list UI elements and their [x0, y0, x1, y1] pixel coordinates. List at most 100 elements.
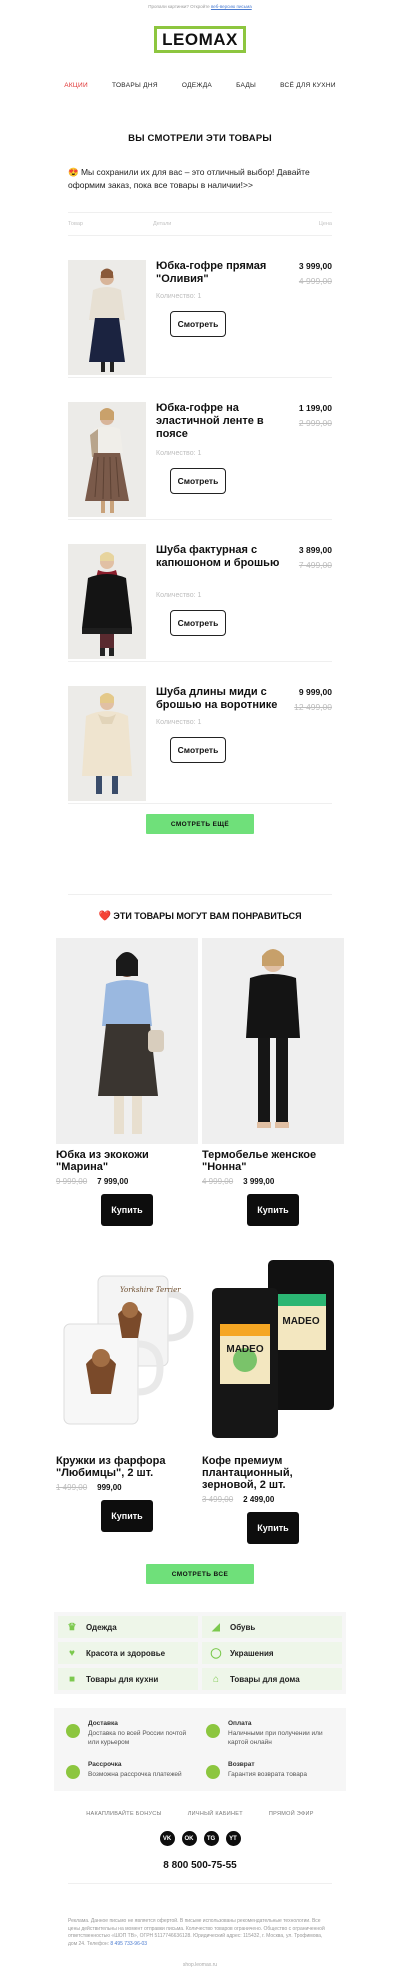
product-name[interactable]: Юбка из экокожи "Марина" — [56, 1149, 198, 1173]
vk-icon[interactable]: VK — [159, 1831, 175, 1846]
coffee-brand-text: MADEO — [226, 1344, 263, 1355]
current-price: 3 999,00 — [243, 1177, 275, 1186]
current-price: 3 899,00 — [298, 545, 332, 555]
product-quantity: Количество: 1 — [156, 592, 202, 599]
product-name[interactable]: Термобелье женское "Нонна" — [202, 1149, 344, 1173]
legal-text: Реклама. Данное письмо не является оферт… — [68, 1918, 325, 1947]
benefit-delivery: Доставка Доставка по всей России почтой и… — [66, 1720, 194, 1747]
product-price: 1 499,00 999,00 — [56, 1483, 198, 1492]
nav-item-products-of-day[interactable]: ТОВАРЫ ДНЯ — [100, 82, 170, 89]
footer-link-bonuses[interactable]: НАКАПЛИВАЙТЕ БОНУСЫ — [86, 1811, 161, 1817]
viewed-intro-text: 😍 Мы сохранили их для вас – это отличный… — [68, 167, 310, 190]
buy-button[interactable]: Купить — [247, 1512, 299, 1544]
product-price: 3 499,00 2 499,00 — [202, 1495, 344, 1504]
buy-button[interactable]: Купить — [101, 1500, 153, 1532]
header-details: Детали — [152, 221, 172, 227]
category-beauty[interactable]: ♥ Красота и здоровье — [58, 1642, 198, 1664]
view-button[interactable]: Смотреть — [170, 311, 226, 337]
dress-icon: ♛ — [67, 1621, 77, 1633]
pot-icon: ■ — [68, 1673, 76, 1685]
see-more-button[interactable]: СМОТРЕТЬ ЕЩЁ — [146, 814, 254, 834]
product-photo[interactable] — [56, 938, 198, 1144]
product-price: 9 999,00 12 499,00 — [294, 687, 332, 712]
product-photo[interactable]: Yorkshire Terrier — [56, 1254, 198, 1450]
heart-icon: ❤️ — [98, 911, 111, 922]
old-price: 4 999,00 — [202, 1177, 234, 1186]
view-button[interactable]: Смотреть — [170, 610, 226, 636]
nav-item-promotions[interactable]: АКЦИИ — [52, 82, 100, 89]
return-icon — [206, 1765, 220, 1779]
clock-icon — [66, 1765, 80, 1779]
current-price: 9 999,00 — [298, 687, 332, 697]
old-price: 4 999,00 — [298, 276, 332, 286]
current-price: 3 999,00 — [298, 261, 332, 271]
see-more-wrap: СМОТРЕТЬ ЕЩЁ — [0, 814, 400, 834]
category-home[interactable]: ⌂ Товары для дома — [202, 1668, 342, 1690]
product-name[interactable]: Шуба фактурная с капюшоном и брошью — [156, 544, 284, 570]
phone-number[interactable]: 8 800 500-75-55 — [0, 1860, 400, 1871]
product-price: 3 899,00 7 499,00 — [299, 545, 332, 570]
header-product: Товар — [68, 221, 83, 227]
telegram-icon[interactable]: TG — [203, 1831, 219, 1846]
old-price: 12 499,00 — [294, 702, 332, 712]
buy-button[interactable]: Купить — [247, 1194, 299, 1226]
nav-item-kitchen[interactable]: ВСЁ ДЛЯ КУХНИ — [268, 82, 348, 89]
product-quantity: Количество: 1 — [156, 450, 202, 457]
heart-icon: ♥ — [69, 1647, 75, 1659]
view-button[interactable]: Смотреть — [170, 737, 226, 763]
old-price: 3 499,00 — [202, 1495, 234, 1504]
product-price: 4 999,00 3 999,00 — [202, 1177, 344, 1186]
top-nav: АКЦИИ ТОВАРЫ ДНЯ ОДЕЖДА БАДЫ ВСЁ ДЛЯ КУХ… — [0, 71, 400, 99]
category-clothing[interactable]: ♛ Одежда — [58, 1616, 198, 1638]
site-link[interactable]: shop.leomax.ru — [0, 1962, 400, 1968]
header-price: Цена — [318, 221, 332, 227]
product-price: 9 999,00 7 999,00 — [56, 1177, 198, 1186]
category-jewelry[interactable]: ◯ Украшения — [202, 1642, 342, 1664]
old-price: 2 999,00 — [298, 418, 332, 428]
product-name[interactable]: Кофе премиум плантационный, зерновой, 2 … — [202, 1455, 344, 1491]
product-photo[interactable] — [68, 260, 146, 375]
product-name[interactable]: Юбка-гофре прямая "Оливия" — [156, 260, 284, 286]
youtube-icon[interactable]: YT — [225, 1831, 241, 1846]
current-price: 1 199,00 — [298, 403, 332, 413]
preheader: Пропали картинки? Откройте веб-версию пи… — [148, 4, 252, 9]
category-kitchen[interactable]: ■ Товары для кухни — [58, 1668, 198, 1690]
current-price: 2 499,00 — [243, 1495, 275, 1504]
nav-item-clothing[interactable]: ОДЕЖДА — [170, 82, 224, 89]
view-button[interactable]: Смотреть — [170, 468, 226, 494]
viewed-item: Юбка-гофре на эластичной ленте в поясе К… — [68, 378, 332, 520]
benefit-payment: Оплата Наличными при получении или картой… — [206, 1720, 334, 1747]
product-name[interactable]: Кружки из фарфора "Любимцы", 2 шт. — [56, 1455, 198, 1479]
ok-icon[interactable]: OK — [181, 1831, 197, 1846]
product-photo[interactable] — [68, 686, 146, 801]
product-name[interactable]: Шуба длины миди с брошью на воротнике — [156, 686, 284, 712]
product-photo[interactable] — [68, 402, 146, 517]
footer-link-live[interactable]: ПРЯМОЙ ЭФИР — [269, 1811, 314, 1817]
ruble-icon — [206, 1724, 220, 1738]
section-divider — [68, 894, 332, 895]
benefit-return: Возврат Гарантия возврата товара — [206, 1761, 334, 1779]
ring-icon: ◯ — [210, 1647, 222, 1659]
nav-item-supplements[interactable]: БАДЫ — [224, 82, 268, 89]
product-name[interactable]: Юбка-гофре на эластичной ленте в поясе — [156, 402, 284, 441]
leomax-logo[interactable]: LEOMAX — [154, 26, 246, 53]
product-card: Yorkshire Terrier Кружки из фарфора "Люб… — [56, 1254, 198, 1532]
buy-button[interactable]: Купить — [101, 1194, 153, 1226]
recommend-grid: Юбка из экокожи "Марина" 9 999,00 7 999,… — [56, 938, 344, 1568]
house-icon: ⌂ — [212, 1673, 220, 1685]
product-card: Юбка из экокожи "Марина" 9 999,00 7 999,… — [56, 938, 198, 1226]
product-photo[interactable] — [202, 938, 344, 1144]
product-photo[interactable] — [68, 544, 146, 659]
old-price: 1 499,00 — [56, 1483, 88, 1492]
benefit-installment: Рассрочка Возможна рассрочка платежей — [66, 1761, 194, 1779]
footer-link-account[interactable]: ЛИЧНЫЙ КАБИНЕТ — [188, 1811, 243, 1817]
category-shoes[interactable]: ◢ Обувь — [202, 1616, 342, 1638]
current-price: 7 999,00 — [97, 1177, 129, 1186]
product-price: 1 199,00 2 999,00 — [299, 403, 332, 428]
old-price: 9 999,00 — [56, 1177, 88, 1186]
product-photo[interactable]: MADEO MADEO — [202, 1254, 344, 1450]
legal-phone-link[interactable]: 8 495 733-96-03 — [110, 1941, 147, 1947]
product-price: 3 999,00 4 999,00 — [299, 261, 332, 286]
product-quantity: Количество: 1 — [156, 719, 202, 726]
web-version-link[interactable]: веб-версию письма — [211, 4, 252, 9]
